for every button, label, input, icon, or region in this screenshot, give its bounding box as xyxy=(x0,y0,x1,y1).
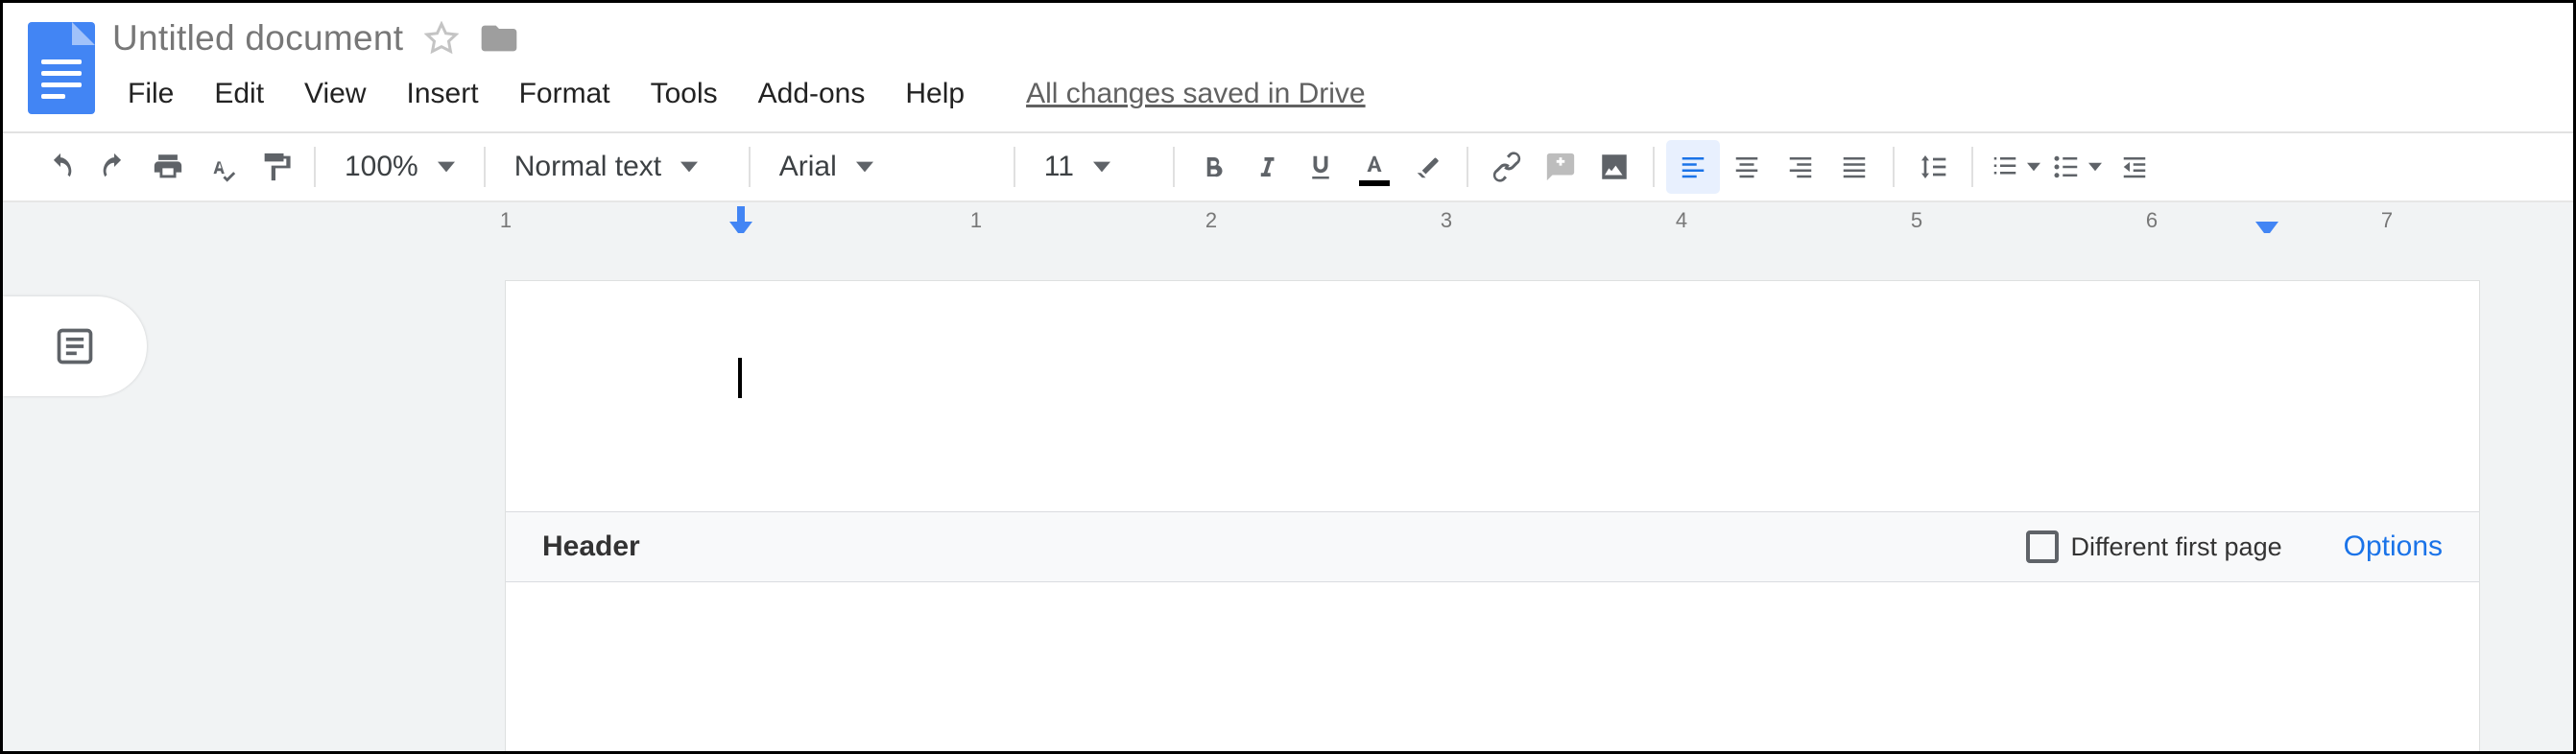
different-first-page-checkbox[interactable]: Different first page xyxy=(2026,530,2281,563)
menu-file[interactable]: File xyxy=(112,72,189,116)
docs-home-icon[interactable] xyxy=(28,22,95,114)
ruler-number: 4 xyxy=(1676,208,1687,233)
align-center-button[interactable] xyxy=(1720,140,1774,194)
ruler-number: 5 xyxy=(1911,208,1922,233)
bold-button[interactable] xyxy=(1186,140,1240,194)
font-size-combo[interactable]: 11 xyxy=(1027,140,1161,194)
document-title[interactable]: Untitled document xyxy=(112,16,403,60)
separator xyxy=(1653,147,1655,187)
menu-view[interactable]: View xyxy=(289,72,381,116)
zoom-value: 100% xyxy=(345,151,418,183)
chevron-down-icon xyxy=(856,158,873,176)
separator xyxy=(484,147,486,187)
ruler-number: 6 xyxy=(2146,208,2158,233)
header-label: Header xyxy=(542,530,640,563)
ruler-number: 1 xyxy=(500,208,512,233)
numbered-list-button[interactable] xyxy=(1985,140,2046,194)
title-bar: Untitled document File Edit View Insert … xyxy=(3,3,2573,116)
separator xyxy=(749,147,751,187)
star-icon[interactable] xyxy=(424,21,459,56)
undo-button[interactable] xyxy=(34,140,87,194)
menu-format[interactable]: Format xyxy=(504,72,626,116)
italic-button[interactable] xyxy=(1240,140,1294,194)
separator xyxy=(314,147,316,187)
save-status[interactable]: All changes saved in Drive xyxy=(1011,72,1381,116)
header-toolbar: Header Different first page Options xyxy=(506,511,2479,582)
menu-insert[interactable]: Insert xyxy=(392,72,494,116)
chevron-down-icon xyxy=(680,158,698,176)
align-right-button[interactable] xyxy=(1774,140,1827,194)
decrease-indent-button[interactable] xyxy=(2108,140,2161,194)
title-row: Untitled document xyxy=(112,16,1381,60)
ruler-number: 1 xyxy=(970,208,982,233)
redo-button[interactable] xyxy=(87,140,141,194)
line-spacing-button[interactable] xyxy=(1906,140,1960,194)
chevron-down-icon xyxy=(2027,160,2040,174)
page-header-area[interactable] xyxy=(506,281,2479,511)
menu-bar: File Edit View Insert Format Tools Add-o… xyxy=(112,72,1381,116)
document-outline-button[interactable] xyxy=(3,296,147,396)
font-size-value: 11 xyxy=(1044,151,1074,183)
ruler-number: 7 xyxy=(2381,208,2393,233)
paragraph-style-combo[interactable]: Normal text xyxy=(497,140,737,194)
underline-button[interactable] xyxy=(1294,140,1348,194)
separator xyxy=(1971,147,1973,187)
separator xyxy=(1014,147,1015,187)
insert-link-button[interactable] xyxy=(1480,140,1534,194)
checkbox-icon xyxy=(2026,530,2059,563)
document-page[interactable]: Header Different first page Options xyxy=(506,281,2479,751)
menu-addons[interactable]: Add-ons xyxy=(743,72,881,116)
toolbar: 100% Normal text Arial 11 xyxy=(3,133,2573,202)
chevron-down-icon xyxy=(2088,160,2102,174)
font-value: Arial xyxy=(779,151,837,183)
font-combo[interactable]: Arial xyxy=(762,140,1002,194)
zoom-combo[interactable]: 100% xyxy=(327,140,472,194)
ruler-number: 3 xyxy=(1441,208,1452,233)
different-first-page-label: Different first page xyxy=(2070,532,2281,562)
highlight-button[interactable] xyxy=(1401,140,1455,194)
paint-format-button[interactable] xyxy=(249,140,302,194)
menu-tools[interactable]: Tools xyxy=(635,72,733,116)
bulleted-list-button[interactable] xyxy=(2046,140,2108,194)
chevron-down-icon xyxy=(438,158,455,176)
text-cursor xyxy=(738,358,742,398)
ruler-number: 2 xyxy=(1205,208,1217,233)
menu-help[interactable]: Help xyxy=(890,72,980,116)
separator xyxy=(1893,147,1895,187)
insert-image-button[interactable] xyxy=(1587,140,1641,194)
chevron-down-icon xyxy=(1093,158,1110,176)
first-line-indent-marker[interactable] xyxy=(737,206,745,222)
editor-canvas: Header Different first page Options xyxy=(3,233,2573,751)
separator xyxy=(1173,147,1175,187)
align-justify-button[interactable] xyxy=(1827,140,1881,194)
spellcheck-button[interactable] xyxy=(195,140,249,194)
move-folder-icon[interactable] xyxy=(480,21,518,56)
add-comment-button[interactable] xyxy=(1534,140,1587,194)
print-button[interactable] xyxy=(141,140,195,194)
align-left-button[interactable] xyxy=(1666,140,1720,194)
header-options-button[interactable]: Options xyxy=(2344,530,2443,563)
title-stack: Untitled document File Edit View Insert … xyxy=(112,16,1381,116)
paragraph-style-value: Normal text xyxy=(514,151,661,183)
text-color-button[interactable] xyxy=(1348,140,1401,194)
separator xyxy=(1467,147,1468,187)
menu-edit[interactable]: Edit xyxy=(199,72,279,116)
